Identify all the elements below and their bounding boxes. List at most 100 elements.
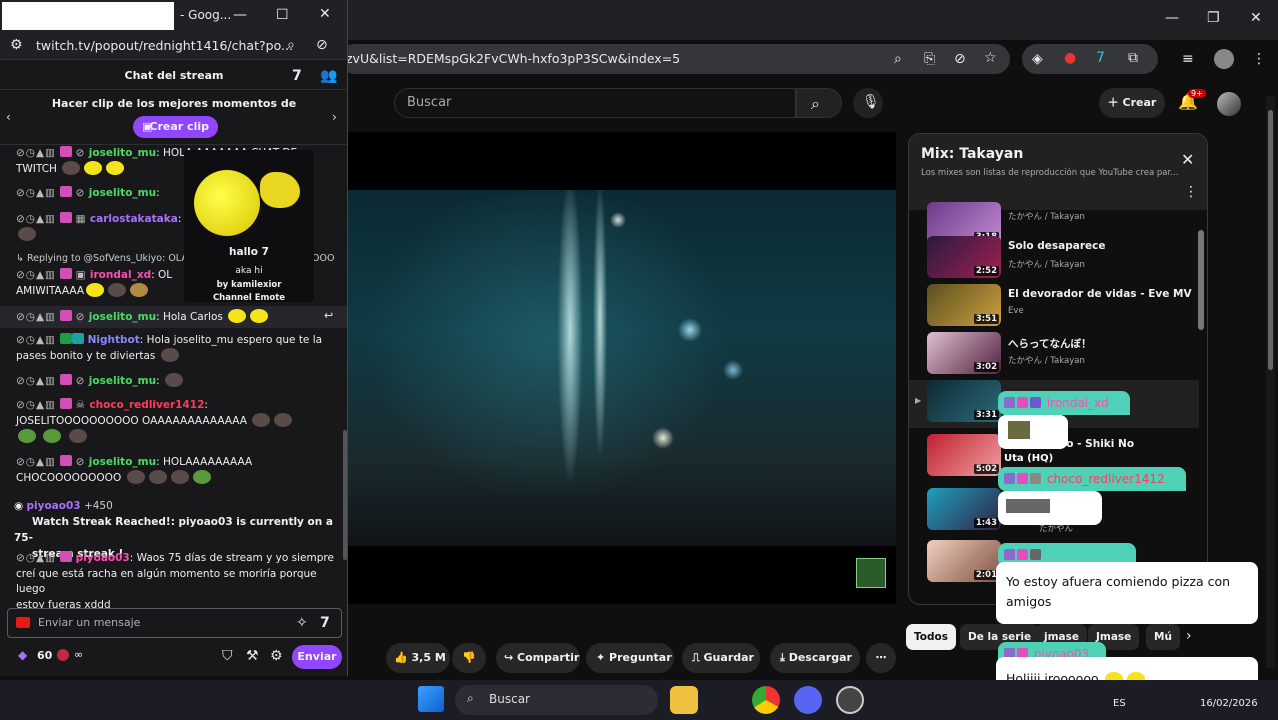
username[interactable]: Nightbot [88,334,140,346]
username[interactable]: joselito_mu [89,456,156,468]
discord-icon[interactable] [794,686,822,714]
chevron-left-icon[interactable]: ‹ [6,110,11,124]
emote[interactable] [130,283,149,297]
taskbar-search[interactable]: ⌕ Buscar [455,685,658,715]
users-icon[interactable]: 👥 [320,68,337,84]
eye-off-icon[interactable]: ⊘ [316,37,328,53]
avatar[interactable] [1217,92,1241,116]
emote[interactable] [43,429,62,443]
reply-icon[interactable]: ↩ [324,308,333,323]
emote[interactable] [228,309,247,323]
page-scrollbar[interactable] [1266,96,1275,668]
emote[interactable] [86,283,105,297]
emote-picker-icon[interactable]: ✧ [296,615,308,631]
7tv-icon[interactable]: 7 [1096,50,1105,66]
playlist-scrollbar[interactable] [1198,230,1204,330]
maximize-icon[interactable]: ☐ [276,7,289,23]
username[interactable]: choco_redliver1412 [89,399,204,411]
maximize-icon[interactable]: ❐ [1207,10,1220,26]
bits-icon[interactable] [57,649,69,661]
dislike-button[interactable]: 👎 [452,643,486,673]
emote[interactable] [108,283,127,297]
language-indicator[interactable]: ES [1113,698,1126,709]
scroll-thumb[interactable] [1268,110,1273,370]
eye-off-icon[interactable]: ⊘ [954,51,966,67]
emote[interactable] [62,161,81,175]
menu-dots-icon[interactable]: ⋮ [1252,51,1266,67]
hammer-icon[interactable]: ⚒ [246,648,259,664]
emote[interactable] [164,373,183,387]
emote[interactable] [18,429,36,443]
zoom-icon[interactable]: ⌕ [894,51,902,67]
shield-icon[interactable]: ⛉ [222,648,233,664]
app-icon[interactable] [836,686,864,714]
7tv-icon[interactable]: 7 [292,68,302,84]
emote[interactable] [126,470,145,484]
chip-all[interactable]: Todos [906,624,956,650]
chat-message-input[interactable]: Enviar un mensaje ✧ 7 [7,608,342,638]
media-icon[interactable]: ≡ [1182,51,1194,67]
camera-icon[interactable] [16,617,30,628]
share-button[interactable]: ↪ Compartir [496,643,580,673]
puzzle-icon[interactable]: ⧉ [1128,50,1138,66]
chevron-right-icon[interactable]: › [332,110,337,124]
playlist-item[interactable]: 3:02 へらってなんぼ！ たかやん / Takayan [909,332,1199,380]
playlist-item[interactable]: 2:52 Solo desaparece たかやん / Takayan [909,236,1199,284]
search-button[interactable]: ⌕ [796,88,842,118]
username[interactable]: joselito_mu [89,147,156,159]
emote[interactable] [68,429,87,443]
close-icon[interactable]: ✕ [319,6,331,22]
username[interactable]: carlostakataka [90,213,178,225]
install-icon[interactable]: ⎘ [924,51,935,67]
minimize-icon[interactable]: — [233,7,247,23]
more-button[interactable]: ⋯ [866,643,896,673]
playlist-item[interactable]: 3:51 El devorador de vidas - Eve MV Eve [909,284,1199,332]
emote[interactable] [170,470,189,484]
username[interactable]: irondal_xd [90,269,151,281]
chrome-icon[interactable] [752,686,780,714]
username[interactable]: piyoao03 [76,552,130,564]
ask-button[interactable]: ✦ Preguntar [586,643,674,673]
emote[interactable] [148,470,167,484]
emote[interactable] [106,161,125,175]
channel-points-icon[interactable]: ◆ [18,648,27,662]
clock-date[interactable]: 16/02/2026 [1200,698,1258,709]
create-clip-button[interactable]: ▣ Crear clip [133,116,218,138]
zoom-icon[interactable]: ⌕ [287,37,295,53]
profile-avatar[interactable] [1214,49,1234,69]
emote[interactable] [274,413,293,427]
file-explorer-icon[interactable] [670,686,698,714]
search-input[interactable]: Buscar [394,88,796,118]
close-icon[interactable]: ✕ [1250,10,1262,26]
username[interactable]: joselito_mu [89,375,156,387]
extension-red-icon[interactable]: ● [1064,50,1076,66]
download-button[interactable]: ⤓ Descargar [770,643,860,673]
extension-icon[interactable]: ◈ [1032,51,1043,67]
send-button[interactable]: Enviar [292,645,342,669]
gear-icon[interactable]: ⚙ [270,648,283,664]
site-settings-icon[interactable]: ⚙ [10,37,23,53]
username[interactable]: joselito_mu [89,187,156,199]
like-button[interactable]: 👍 3,5 M [386,643,450,673]
close-icon[interactable]: ✕ [1181,150,1194,169]
emote[interactable] [18,227,36,241]
windows-start-icon[interactable] [418,686,444,712]
mic-button[interactable]: 🎙 [853,88,883,118]
address-bar[interactable]: zvU&list=RDEMspGk2FvCWh-hxfo3pP3SCw&inde… [340,44,1010,74]
emote[interactable] [192,470,211,484]
chat-scrollbar[interactable] [343,430,347,560]
emote[interactable] [84,161,103,175]
username[interactable]: piyoao03 [27,500,81,512]
save-button[interactable]: ⎍ Guardar [682,643,760,673]
emote[interactable] [250,309,269,323]
chevron-right-icon[interactable]: › [1186,628,1192,644]
url-text[interactable]: twitch.tv/popout/rednight1416/chat?po... [36,38,293,53]
minimize-icon[interactable]: — [1165,10,1179,26]
chip[interactable]: Mú [1146,624,1180,650]
emote[interactable] [252,413,271,427]
7tv-icon[interactable]: 7 [320,615,330,631]
video-player[interactable] [348,132,896,604]
bookmark-star-icon[interactable]: ☆ [984,50,997,66]
create-button[interactable]: ＋ Crear [1099,88,1165,118]
username[interactable]: joselito_mu [89,311,156,323]
